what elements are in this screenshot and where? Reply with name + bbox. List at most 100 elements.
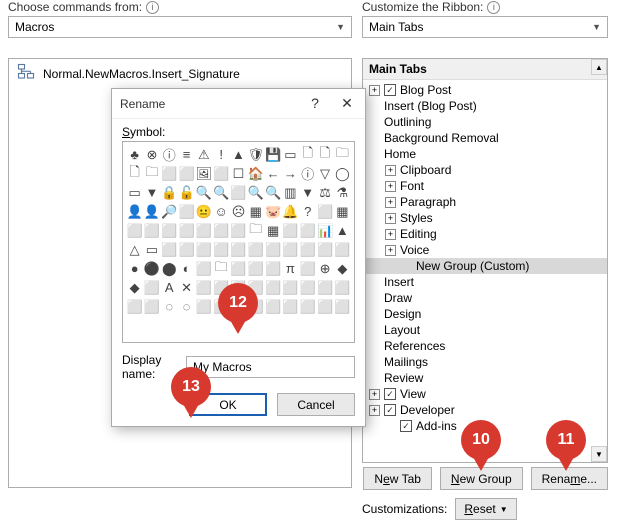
symbol-cell[interactable]: 👤 xyxy=(144,203,159,220)
symbol-cell[interactable]: ⬜ xyxy=(335,241,350,258)
symbol-cell[interactable]: ⬤ xyxy=(162,260,177,277)
symbol-cell[interactable]: A xyxy=(162,279,177,296)
symbol-cell[interactable]: ▭ xyxy=(144,241,159,258)
symbol-cell[interactable]: ⬜ xyxy=(196,298,211,315)
symbol-cell[interactable]: ⚠ xyxy=(196,146,211,163)
symbol-cell[interactable]: ≡ xyxy=(179,146,194,163)
symbol-cell[interactable]: ⬜ xyxy=(248,260,263,277)
ok-button[interactable]: OK xyxy=(189,393,267,416)
symbol-cell[interactable]: ⬜ xyxy=(144,298,159,315)
close-icon[interactable]: ✕ xyxy=(337,95,357,112)
symbol-cell[interactable]: 🖼 xyxy=(196,165,211,182)
new-tab-button[interactable]: New Tab xyxy=(363,467,432,490)
symbol-cell[interactable]: ◆ xyxy=(127,279,142,296)
checkbox[interactable] xyxy=(384,404,396,416)
tree-item[interactable]: Layout xyxy=(363,322,607,338)
symbol-cell[interactable]: ⚫ xyxy=(144,260,159,277)
expand-icon[interactable]: + xyxy=(385,229,396,240)
symbol-cell[interactable]: ▼ xyxy=(300,184,315,201)
symbol-cell[interactable]: ● xyxy=(127,260,142,277)
symbol-cell[interactable]: ▦ xyxy=(265,222,280,239)
tree-item[interactable]: +Editing xyxy=(363,226,607,242)
symbol-cell[interactable]: ⬜ xyxy=(196,241,211,258)
help-icon[interactable]: ? xyxy=(305,95,325,112)
symbol-cell[interactable]: ! xyxy=(214,146,229,163)
tree-item[interactable]: Review xyxy=(363,370,607,386)
symbol-cell[interactable]: ⬜ xyxy=(231,279,246,296)
symbol-cell[interactable]: 🔍 xyxy=(265,184,280,201)
symbol-cell[interactable]: ⬜ xyxy=(283,298,298,315)
cancel-button[interactable]: Cancel xyxy=(277,393,355,416)
symbol-cell[interactable]: ⬜ xyxy=(300,260,315,277)
checkbox[interactable] xyxy=(400,420,412,432)
tree-item[interactable]: Background Removal xyxy=(363,130,607,146)
symbol-cell[interactable]: ⬜ xyxy=(231,241,246,258)
tree-item[interactable]: +Styles xyxy=(363,210,607,226)
expand-icon[interactable]: + xyxy=(369,405,380,416)
symbol-cell[interactable]: ⬜ xyxy=(283,222,298,239)
symbol-cell[interactable]: ⬜ xyxy=(265,241,280,258)
tree-item[interactable]: +Voice xyxy=(363,242,607,258)
symbol-cell[interactable]: 💾 xyxy=(265,146,280,163)
symbol-cell[interactable]: ⬜ xyxy=(248,298,263,315)
symbol-cell[interactable]: ⬜ xyxy=(196,260,211,277)
expand-icon[interactable]: + xyxy=(369,85,380,96)
expand-icon[interactable]: + xyxy=(385,213,396,224)
symbol-cell[interactable]: 📊 xyxy=(317,222,332,239)
tree-item[interactable]: +Clipboard xyxy=(363,162,607,178)
symbol-cell[interactable]: ▥ xyxy=(283,184,298,201)
symbol-cell[interactable]: ⬜ xyxy=(317,279,332,296)
symbol-grid[interactable]: ♣⊗ⓘ≡⚠!▲🛡💾▭🗋🗋🗀🗋🗀⬜⬜🖼⬜☐🏠←→ⓘ▽◯▭▼🔒🔓🔍🔍⬜🔍🔍▥▼⚖⚗👤… xyxy=(122,141,355,343)
symbol-cell[interactable]: ⬜ xyxy=(265,298,280,315)
symbol-cell[interactable]: ⚖ xyxy=(317,184,332,201)
symbol-cell[interactable]: ⬜ xyxy=(144,222,159,239)
symbol-cell[interactable]: ▦ xyxy=(335,203,350,220)
symbol-cell[interactable]: ⬜ xyxy=(335,279,350,296)
symbol-cell[interactable]: 🗋 xyxy=(300,146,315,163)
symbol-cell[interactable]: ◆ xyxy=(335,260,350,277)
symbol-cell[interactable]: ◯ xyxy=(335,165,350,182)
symbol-cell[interactable]: ☐ xyxy=(231,165,246,182)
symbol-cell[interactable]: 🏠 xyxy=(248,165,263,182)
symbol-cell[interactable]: ⓘ xyxy=(300,165,315,182)
reset-button[interactable]: Reset ▼ xyxy=(455,498,516,520)
symbol-cell[interactable]: 🔒 xyxy=(162,184,177,201)
symbol-cell[interactable]: ⬜ xyxy=(144,279,159,296)
symbol-cell[interactable]: 🗀 xyxy=(214,260,229,277)
info-icon[interactable]: i xyxy=(487,1,500,14)
tree-item[interactable]: Draw xyxy=(363,290,607,306)
symbol-cell[interactable]: ⬜ xyxy=(317,241,332,258)
symbol-cell[interactable]: ☺ xyxy=(214,203,229,220)
symbol-cell[interactable]: → xyxy=(283,165,298,182)
symbol-cell[interactable]: π xyxy=(283,260,298,277)
symbol-cell[interactable]: ⬜ xyxy=(127,222,142,239)
tree-item[interactable]: Outlining xyxy=(363,114,607,130)
choose-commands-dropdown[interactable]: Macros ▼ xyxy=(8,16,352,38)
expand-icon[interactable]: + xyxy=(385,197,396,208)
symbol-cell[interactable]: ⬜ xyxy=(283,279,298,296)
symbol-cell[interactable]: ⬜ xyxy=(300,298,315,315)
tree-item[interactable]: +Blog Post xyxy=(363,82,607,98)
symbol-cell[interactable]: △ xyxy=(127,241,142,258)
checkbox[interactable] xyxy=(384,388,396,400)
symbol-cell[interactable]: ⬜ xyxy=(179,203,194,220)
symbol-cell[interactable]: 🗀 xyxy=(144,165,159,182)
symbol-cell[interactable]: 🔍 xyxy=(248,184,263,201)
symbol-cell[interactable]: ▲ xyxy=(231,146,246,163)
tree-item[interactable]: +Paragraph xyxy=(363,194,607,210)
symbol-cell[interactable]: ▭ xyxy=(127,184,142,201)
tree-item[interactable]: Design xyxy=(363,306,607,322)
tree-item[interactable]: References xyxy=(363,338,607,354)
symbol-cell[interactable]: ◐ xyxy=(179,260,194,277)
tree-item[interactable]: Mailings xyxy=(363,354,607,370)
symbol-cell[interactable]: ⬜ xyxy=(127,298,142,315)
rename-button[interactable]: Rename... xyxy=(531,467,608,490)
symbol-cell[interactable]: ♣ xyxy=(127,146,142,163)
tree-item[interactable]: New Group (Custom) xyxy=(363,258,607,274)
symbol-cell[interactable]: ⬜ xyxy=(179,241,194,258)
tree-item[interactable]: Add-ins xyxy=(363,418,607,434)
display-name-input[interactable] xyxy=(186,356,355,378)
symbol-cell[interactable]: ⚗ xyxy=(335,184,350,201)
symbol-cell[interactable]: ⬜ xyxy=(231,260,246,277)
symbol-cell[interactable]: ▽ xyxy=(317,165,332,182)
